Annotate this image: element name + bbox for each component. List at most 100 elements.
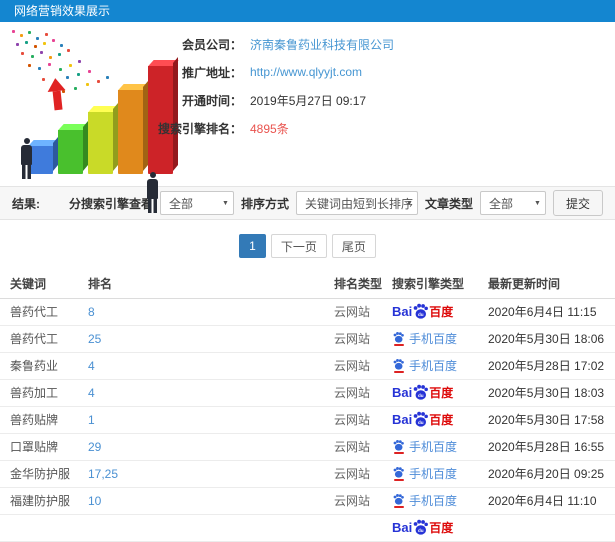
keyword-cell: 口罩贴牌 [0,433,88,461]
rank-cell[interactable]: 10 [88,487,334,515]
confetti-dots-icon [12,30,15,33]
page-button-1[interactable]: 1 [239,234,266,258]
company-label: 会员公司： [181,37,242,52]
updated-time-cell [488,514,615,542]
baidu-logo: Bai du 百度 [392,519,453,536]
rank-type-cell: 云网站 [334,460,392,488]
svg-text:du: du [418,312,424,317]
table-row: 口罩贴牌 29 云网站 手机百度 2020年5月28日 16:55 [0,433,615,461]
baidu-paw-icon: du [413,519,429,535]
rank-cell[interactable]: 4 [88,352,334,380]
keyword-cell: 兽药贴牌 [0,406,88,434]
bar-orange [118,90,143,174]
baidu-logo-text-du: 百度 [429,412,454,427]
promo-url-link[interactable]: http://www.qlyyjt.com [250,65,362,79]
rank-cell[interactable]: 17,25 [88,460,334,488]
svg-text:du: du [418,393,424,398]
baidu-paw-icon: du [413,411,429,427]
col-header-engine-type: 搜索引擎类型 [392,270,488,299]
baidu-logo-text-du: 百度 [429,520,454,535]
table-row: 兽药代工 8 云网站 Bai du 百度 2020年6月4日 11:15 [0,298,615,326]
keyword-cell [0,514,88,542]
keyword-ranking-table: 关键词 排名 排名类型 搜索引擎类型 最新更新时间 兽药代工 8 云网站 Bai… [0,270,615,542]
engine-type-cell: 手机百度 [392,325,488,353]
pagination: 1 下一页 尾页 [0,234,615,258]
keyword-cell: 福建防护服 [0,487,88,515]
engine-type-cell: 手机百度 [392,352,488,380]
col-header-keyword: 关键词 [0,270,88,299]
table-row: 兽药代工 25 云网站 手机百度 2020年5月30日 18:06 [0,325,615,353]
mobile-baidu-label: 手机百度 [409,466,458,481]
engine-type-cell: Bai du 百度 [392,514,488,542]
engine-type-cell: 手机百度 [392,433,488,461]
chevron-down-icon: ▼ [406,200,413,207]
rank-cell[interactable]: 1 [88,406,334,434]
page-title: 网络营销效果展示 [14,4,111,18]
keyword-cell: 兽药加工 [0,379,88,407]
mobile-baidu-logo: 手机百度 [392,331,457,346]
mobile-baidu-logo: 手机百度 [392,493,458,508]
company-link[interactable]: 济南秦鲁药业科技有限公司 [250,36,394,53]
baidu-logo-text-bai: Bai [392,385,413,400]
rank-cell[interactable] [88,514,334,542]
baidu-logo: Bai du 百度 [392,411,453,428]
rank-type-cell: 云网站 [334,433,392,461]
open-time-label: 开通时间： [181,93,242,108]
growth-arrow-icon [46,77,67,113]
bar-green [58,130,83,174]
submit-button[interactable]: 提交 [552,190,603,216]
rank-type-cell: 云网站 [334,298,392,326]
rank-count-value: 4895条 [250,121,289,136]
rank-cell[interactable]: 8 [88,298,334,326]
last-page-button[interactable]: 尾页 [331,234,376,258]
rank-cell[interactable]: 4 [88,379,334,407]
table-row: 兽药贴牌 1 云网站 Bai du 百度 2020年5月30日 17:58 [0,406,615,434]
mobile-baidu-logo: 手机百度 [392,358,458,373]
mobile-baidu-logo: 手机百度 [392,439,457,454]
col-header-rank-type: 排名类型 [334,270,392,299]
chevron-down-icon: ▼ [534,200,541,207]
keyword-cell: 兽药代工 [0,298,88,326]
bar-yellow [88,112,113,174]
updated-time-cell: 2020年5月30日 18:06 [488,325,615,353]
baidu-paw-icon: du [413,303,429,319]
table-row: 秦鲁药业 4 云网站 手机百度 2020年5月28日 17:02 [0,352,615,380]
open-time-value: 2019年5月27日 09:17 [250,93,367,108]
updated-time-cell: 2020年5月28日 17:02 [488,352,615,380]
baidu-logo: Bai du 百度 [392,384,453,401]
next-page-button[interactable]: 下一页 [270,234,327,258]
baidu-logo-text-bai: Bai [392,412,413,427]
updated-time-cell: 2020年5月30日 18:03 [488,379,615,407]
mobile-baidu-label: 手机百度 [409,493,458,508]
window-title-bar: 网络营销效果展示 [0,0,615,22]
col-header-updated: 最新更新时间 [488,270,615,299]
table-row: 兽药加工 4 云网站 Bai du 百度 2020年5月30日 18:03 [0,379,615,407]
sort-select[interactable]: 关键词由短到长排序 ▼ [295,191,418,215]
engine-type-cell: 手机百度 [392,460,488,488]
rank-cell[interactable]: 29 [88,433,334,461]
updated-time-cell: 2020年6月4日 11:15 [488,298,615,326]
chevron-down-icon: ▼ [222,200,229,207]
article-type-select[interactable]: 全部 ▼ [479,191,546,215]
table-row: Bai du 百度 [0,514,615,542]
rank-type-cell [334,514,392,542]
updated-time-cell: 2020年6月4日 11:10 [488,487,615,515]
rank-type-cell: 云网站 [334,379,392,407]
rank-type-cell: 云网站 [334,406,392,434]
rank-cell[interactable]: 25 [88,325,334,353]
article-type-label: 文章类型 [424,196,473,211]
rank-type-cell: 云网站 [334,325,392,353]
sort-selected-value: 关键词由短到长排序 [304,196,413,211]
keyword-cell: 金华防护服 [0,460,88,488]
rank-type-cell: 云网站 [334,352,392,380]
mobile-baidu-paw-icon [392,493,405,508]
info-row-open-time: 开通时间： 2019年5月27日 09:17 [150,86,394,114]
mobile-baidu-paw-icon [392,439,405,454]
mobile-baidu-label: 手机百度 [409,358,458,373]
engine-type-cell: Bai du 百度 [392,379,488,407]
svg-text:du: du [418,528,424,533]
info-row-rank-count: 搜索引擎排名： 4895条 [150,114,394,142]
mobile-baidu-paw-icon [392,466,405,481]
engine-filter-select[interactable]: 全部 ▼ [159,191,234,215]
hero-section: 会员公司： 济南秦鲁药业科技有限公司 推广地址： http://www.qlyy… [0,22,615,213]
